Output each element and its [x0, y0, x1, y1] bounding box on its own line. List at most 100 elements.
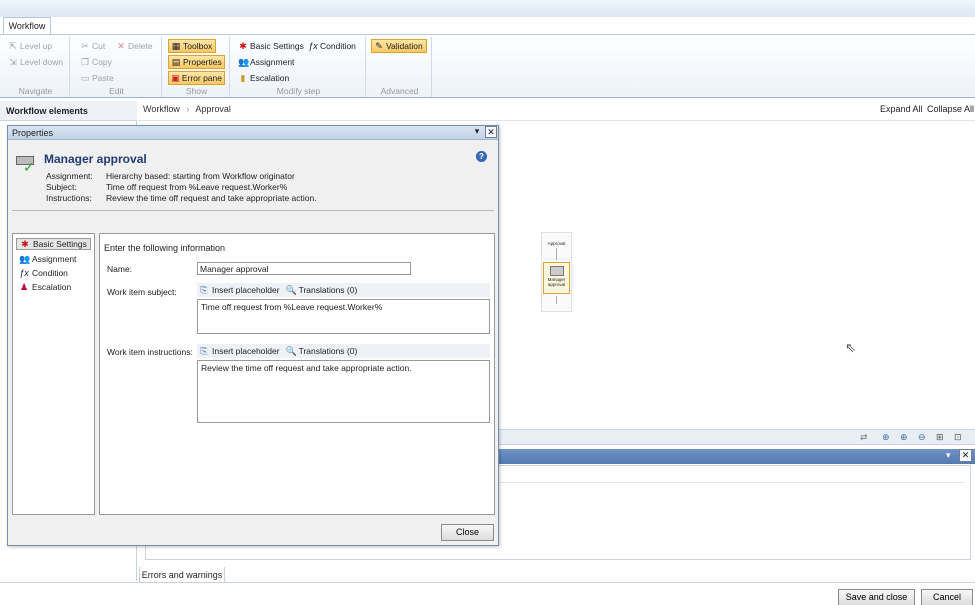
level-up-icon: ⇱ — [9, 41, 17, 51]
edit-group-label: Edit — [109, 86, 124, 96]
copy-icon: ❐ — [80, 57, 90, 67]
insert-placeholder-icon: ⎘ — [200, 285, 208, 295]
layout-icon[interactable]: ⇄ — [860, 432, 868, 443]
toolbox-icon: ▦ — [171, 41, 181, 51]
dialog-title-text: Properties — [12, 128, 54, 138]
name-input[interactable] — [197, 262, 411, 275]
insert-placeholder-icon: ⎘ — [200, 346, 208, 356]
dialog-close-button[interactable]: Close — [441, 524, 494, 541]
level-down-button[interactable]: ⇲ Level down — [6, 55, 65, 69]
breadcrumb: Workflow › Approval — [143, 104, 231, 114]
mini-connector-end — [556, 296, 557, 304]
subject-value: Time off request from %Leave request.Wor… — [106, 182, 288, 192]
title-strip — [0, 0, 975, 17]
nav-escalation[interactable]: ♟ Escalation — [16, 281, 74, 293]
scissors-icon: ✂ — [81, 41, 89, 51]
actual-size-icon[interactable]: ⊡ — [954, 432, 962, 443]
zoom-fit-icon[interactable]: ⊕ — [882, 432, 890, 443]
escalation-icon: ♟ — [19, 282, 29, 292]
dialog-close-icon[interactable]: ✕ — [485, 126, 497, 138]
users-icon: 👥 — [238, 57, 250, 67]
mini-connector — [556, 248, 557, 260]
paste-button[interactable]: ▭ Paste — [78, 71, 116, 85]
instructions-value: Review the time off request and take app… — [106, 193, 317, 203]
cancel-button[interactable]: Cancel — [921, 589, 973, 605]
nav-basic-settings[interactable]: ✱ Basic Settings — [16, 238, 91, 250]
show-group-label: Show — [185, 86, 208, 96]
error-pane-button[interactable]: ▣ Error pane — [168, 71, 225, 85]
toolbox-button[interactable]: ▦ Toolbox — [168, 39, 216, 53]
escalation-button[interactable]: ▮ Escalation — [236, 71, 291, 85]
advanced-group-label: Advanced — [380, 86, 419, 96]
panel-dropdown-icon[interactable]: ▾ — [946, 450, 951, 461]
errors-warnings-tab[interactable]: Errors and warnings — [139, 567, 225, 583]
breadcrumb-separator: › — [186, 104, 190, 114]
breadcrumb-root[interactable]: Workflow — [143, 104, 180, 114]
validation-icon: ✎ — [375, 41, 383, 51]
level-up-button[interactable]: ⇱ Level up — [6, 39, 54, 53]
ribbon-group-modify-step: ✱ Basic Settings ƒx Condition 👥 Assignment … — [232, 37, 366, 97]
workflow-elements-title: Workflow elements — [0, 101, 137, 121]
function-icon: ƒx — [19, 268, 29, 278]
mini-manager-label: Manager approval — [547, 277, 566, 287]
step-heading: Manager approval — [44, 152, 147, 166]
zoom-in-icon[interactable]: ⊕ — [900, 432, 908, 443]
save-and-close-button[interactable]: Save and close — [838, 589, 915, 605]
condition-button[interactable]: ƒx Condition — [306, 39, 358, 53]
work-item-subject-input[interactable]: Time off request from %Leave request.Wor… — [197, 299, 490, 334]
ribbon: ⇱ Level up ⇲ Level down Navigate ✂ Cut ✕ Del… — [0, 34, 975, 98]
mini-workflow-node[interactable]: Approval Manager approval — [541, 232, 572, 312]
instructions-translations-button[interactable]: Translations (0) — [299, 346, 358, 356]
translations-icon: 🔍 — [285, 346, 297, 356]
ribbon-group-show: ▦ Toolbox ▤ Properties ▣ Error pane Show — [164, 37, 230, 97]
errors-panel-header: ▾ ✕ — [498, 449, 975, 464]
nav-assignment[interactable]: 👥 Assignment — [16, 253, 79, 265]
fit-to-screen-icon[interactable]: ⊞ — [936, 432, 944, 443]
instructions-insert-placeholder-button[interactable]: Insert placeholder — [212, 346, 280, 356]
paste-icon: ▭ — [80, 73, 90, 83]
escalation-icon: ▮ — [240, 73, 246, 83]
tab-workflow[interactable]: Workflow — [3, 17, 51, 35]
properties-button[interactable]: ▤ Properties — [168, 55, 225, 69]
work-item-instructions-input[interactable]: Review the time off request and take app… — [197, 360, 490, 423]
expand-all-link[interactable]: Expand All — [880, 104, 923, 114]
instructions-toolbar: ⎘ Insert placeholder 🔍 Translations (0) — [197, 344, 490, 358]
breadcrumb-current: Approval — [195, 104, 231, 114]
work-item-subject-label: Work item subject: — [107, 287, 177, 297]
subject-insert-placeholder-button[interactable]: Insert placeholder — [212, 285, 280, 295]
dialog-dropdown-icon[interactable]: ▾ — [471, 126, 483, 138]
ribbon-group-advanced: ✎ Validation Advanced — [368, 37, 432, 97]
copy-button[interactable]: ❐ Copy — [78, 55, 114, 69]
basic-settings-button[interactable]: ✱ Basic Settings — [236, 39, 306, 53]
error-pane-icon: ▣ — [171, 73, 180, 83]
navigate-group-label: Navigate — [18, 86, 53, 96]
assignment-button[interactable]: 👥 Assignment — [236, 55, 296, 69]
canvas-divider — [138, 120, 975, 121]
nav-condition[interactable]: ƒx Condition — [16, 267, 71, 279]
help-icon[interactable]: ? — [476, 151, 487, 162]
subject-translations-button[interactable]: Translations (0) — [299, 285, 358, 295]
form-prompt: Enter the following information — [104, 243, 226, 253]
mini-approval-label: Approval — [547, 241, 566, 246]
approval-step-icon: ✓ — [16, 156, 36, 174]
work-item-instructions-label: Work item instructions: — [107, 347, 193, 357]
assignment-value: Hierarchy based: starting from Workflow … — [106, 171, 295, 181]
zoom-out-icon[interactable]: ⊖ — [918, 432, 926, 443]
panel-close-icon[interactable]: ✕ — [959, 449, 972, 462]
modify-step-group-label: Modify step — [276, 86, 321, 96]
ribbon-group-edit: ✂ Cut ✕ Delete ❐ Copy ▭ Paste Edit — [72, 37, 162, 97]
validation-button[interactable]: ✎ Validation — [371, 39, 427, 53]
delete-button[interactable]: ✕ Delete — [114, 39, 155, 53]
delete-icon: ✕ — [117, 41, 125, 51]
mini-manager-node[interactable]: Manager approval — [543, 262, 570, 294]
collapse-all-link[interactable]: Collapse All — [927, 104, 974, 114]
mini-approval-icon — [549, 266, 564, 276]
translations-icon: 🔍 — [285, 285, 297, 295]
mouse-cursor-icon: ⇖ — [845, 340, 856, 355]
cut-button[interactable]: ✂ Cut — [78, 39, 107, 53]
dialog-separator — [12, 210, 494, 211]
canvas-toolbar: ⇄ ⊕ ⊕ ⊖ ⊞ ⊡ — [498, 429, 975, 445]
subject-label: Subject: — [46, 182, 77, 192]
bottom-divider — [0, 582, 975, 583]
properties-icon: ▤ — [171, 57, 181, 67]
